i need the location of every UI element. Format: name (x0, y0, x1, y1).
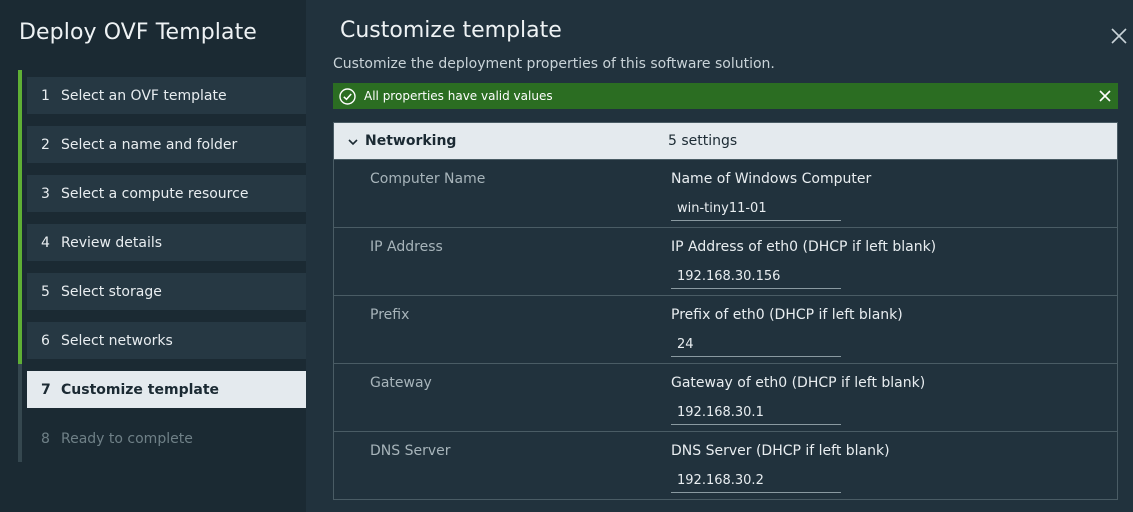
step-number: 7 (41, 381, 51, 398)
property-row-computer-name: Computer Name Name of Windows Computer (334, 159, 1117, 227)
step-button[interactable]: 5 Select storage (27, 273, 306, 310)
property-row-dns-server: DNS Server DNS Server (DHCP if left blan… (334, 431, 1117, 499)
step-progress-rail (18, 168, 22, 217)
group-settings-count: 5 settings (668, 133, 738, 149)
banner-message: All properties have valid values (364, 89, 553, 103)
property-label: Prefix (370, 307, 410, 323)
step-progress-rail (18, 266, 22, 315)
validation-banner: All properties have valid values (333, 83, 1118, 109)
dns-server-input[interactable] (671, 469, 841, 493)
ip-address-input[interactable] (671, 265, 841, 289)
step-label: Ready to complete (61, 430, 193, 447)
step-button[interactable]: 6 Select networks (27, 322, 306, 359)
property-row-gateway: Gateway Gateway of eth0 (DHCP if left bl… (334, 363, 1117, 431)
step-label: Select storage (61, 283, 162, 300)
property-row-prefix: Prefix Prefix of eth0 (DHCP if left blan… (334, 295, 1117, 363)
property-description: DNS Server (DHCP if left blank) (671, 443, 890, 459)
prefix-input[interactable] (671, 333, 841, 357)
property-label: IP Address (370, 239, 443, 255)
step-label: Select a compute resource (61, 185, 249, 202)
property-description: Name of Windows Computer (671, 171, 872, 187)
gateway-input[interactable] (671, 401, 841, 425)
page-subtitle: Customize the deployment properties of t… (333, 56, 775, 72)
step-select-name-folder[interactable]: 2 Select a name and folder (18, 119, 306, 168)
step-select-compute-resource[interactable]: 3 Select a compute resource (18, 168, 306, 217)
wizard-sidebar: Deploy OVF Template 1 Select an OVF temp… (0, 0, 306, 512)
property-row-ip-address: IP Address IP Address of eth0 (DHCP if l… (334, 227, 1117, 295)
property-label: Computer Name (370, 171, 486, 187)
step-label: Select networks (61, 332, 173, 349)
step-button[interactable]: 4 Review details (27, 224, 306, 261)
step-button[interactable]: 2 Select a name and folder (27, 126, 306, 163)
banner-close-icon[interactable] (1098, 89, 1112, 103)
step-select-storage[interactable]: 5 Select storage (18, 266, 306, 315)
step-review-details[interactable]: 4 Review details (18, 217, 306, 266)
step-progress-rail (18, 315, 22, 364)
step-label: Customize template (61, 381, 220, 398)
step-progress-rail (18, 119, 22, 168)
step-select-networks[interactable]: 6 Select networks (18, 315, 306, 364)
step-select-ovf-template[interactable]: 1 Select an OVF template (18, 70, 306, 119)
step-ready-to-complete: 8 Ready to complete (18, 413, 306, 462)
property-label: DNS Server (370, 443, 451, 459)
chevron-down-icon[interactable] (347, 136, 359, 148)
step-progress-rail (18, 70, 22, 119)
step-button[interactable]: 7 Customize template (27, 371, 306, 408)
property-description: IP Address of eth0 (DHCP if left blank) (671, 239, 937, 255)
step-progress-rail (18, 217, 22, 266)
property-description: Prefix of eth0 (DHCP if left blank) (671, 307, 903, 323)
step-progress-rail (18, 364, 22, 413)
computer-name-input[interactable] (671, 197, 841, 221)
step-label: Select an OVF template (61, 87, 227, 104)
step-button[interactable]: 3 Select a compute resource (27, 175, 306, 212)
check-circle-icon (339, 87, 356, 105)
property-description: Gateway of eth0 (DHCP if left blank) (671, 375, 926, 391)
step-button[interactable]: 1 Select an OVF template (27, 77, 306, 114)
wizard-steps: 1 Select an OVF template 2 Select a name… (18, 70, 306, 462)
step-number: 6 (41, 332, 50, 349)
page-title: Customize template (340, 18, 562, 43)
group-name: Networking (365, 133, 457, 149)
wizard-title: Deploy OVF Template (19, 20, 257, 45)
close-icon[interactable] (1110, 27, 1128, 45)
property-label: Gateway (370, 375, 432, 391)
step-number: 8 (41, 430, 50, 447)
step-button: 8 Ready to complete (27, 420, 306, 457)
group-header-networking[interactable]: Networking 5 settings (334, 123, 1117, 159)
step-customize-template[interactable]: 7 Customize template (18, 364, 306, 413)
properties-grid: Networking 5 settings Computer Name Name… (333, 122, 1118, 500)
step-number: 5 (41, 283, 50, 300)
step-label: Review details (61, 234, 163, 251)
step-number: 2 (41, 136, 50, 153)
step-label: Select a name and folder (61, 136, 238, 153)
step-progress-rail (18, 413, 22, 462)
step-number: 4 (41, 234, 50, 251)
step-number: 3 (41, 185, 50, 202)
step-number: 1 (41, 87, 50, 104)
